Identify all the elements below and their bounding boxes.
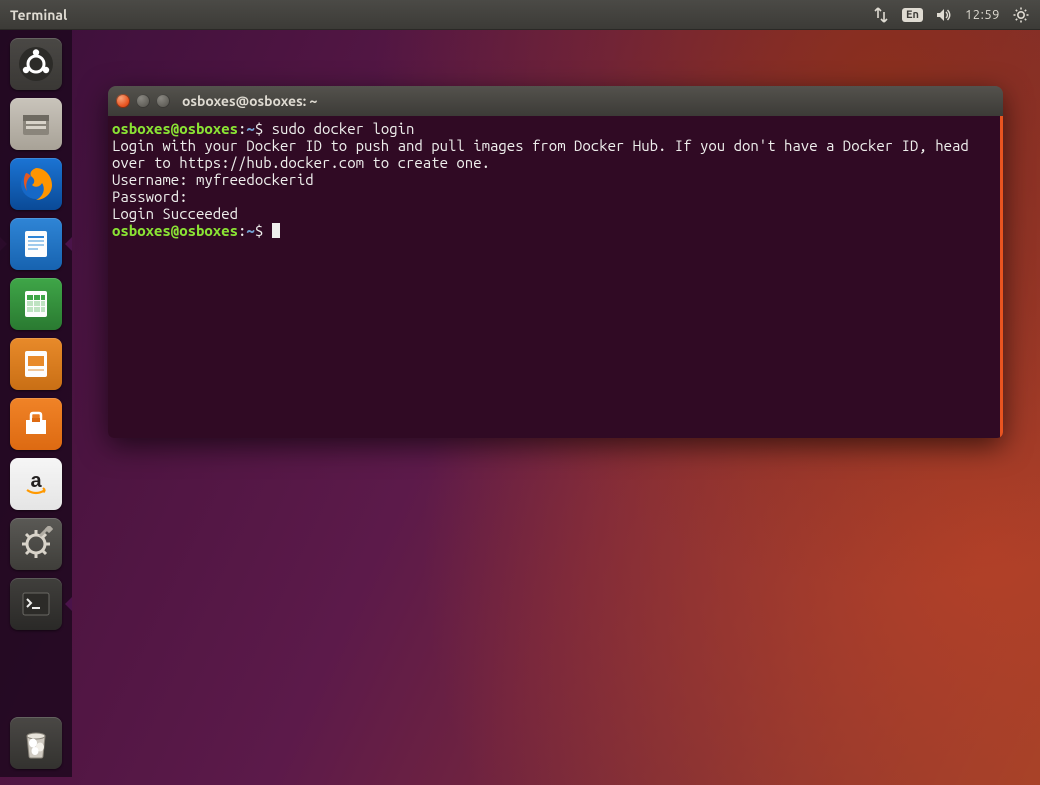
amazon-icon: a xyxy=(18,466,54,502)
launcher-trash[interactable] xyxy=(10,717,62,769)
firefox-icon xyxy=(15,163,57,205)
calc-icon xyxy=(18,286,54,322)
network-icon xyxy=(872,6,890,24)
launcher-calc[interactable] xyxy=(10,278,62,330)
launcher-writer[interactable] xyxy=(10,218,62,270)
launcher-amazon[interactable]: a xyxy=(10,458,62,510)
ubuntu-logo-icon xyxy=(16,44,56,84)
clock-indicator[interactable]: 12:59 xyxy=(965,0,1000,30)
indicator-area: En 12:59 xyxy=(872,0,1040,30)
terminal-password-label: Password: xyxy=(112,188,196,205)
prompt-dollar: $ xyxy=(255,222,263,239)
svg-text:a: a xyxy=(30,470,42,492)
window-title: osboxes@osboxes: ~ xyxy=(182,93,317,109)
prompt-dollar: $ xyxy=(255,120,263,137)
terminal-body[interactable]: osboxes@osboxes:~$ sudo docker login Log… xyxy=(108,116,1003,438)
window-close-button[interactable] xyxy=(116,94,130,108)
sound-indicator[interactable] xyxy=(935,0,953,30)
files-icon xyxy=(17,105,55,143)
impress-icon xyxy=(18,346,54,382)
terminal-cursor xyxy=(272,223,280,238)
writer-icon xyxy=(18,226,54,262)
launcher-dash[interactable] xyxy=(10,38,62,90)
terminal-window[interactable]: osboxes@osboxes: ~ osboxes@osboxes:~$ su… xyxy=(108,86,1003,438)
terminal-login-succeeded: Login Succeeded xyxy=(112,205,238,222)
prompt-path: ~ xyxy=(246,120,254,137)
software-icon xyxy=(18,406,54,442)
launcher-terminal[interactable] xyxy=(10,578,62,630)
window-titlebar[interactable]: osboxes@osboxes: ~ xyxy=(108,86,1003,116)
terminal-username-value: myfreedockerid xyxy=(196,171,314,188)
launcher-files[interactable] xyxy=(10,98,62,150)
window-minimize-button[interactable] xyxy=(136,94,150,108)
language-indicator[interactable]: En xyxy=(902,0,923,30)
unity-launcher: a xyxy=(0,30,72,777)
launcher-firefox[interactable] xyxy=(10,158,62,210)
prompt-user-host: osboxes@osboxes xyxy=(112,222,238,239)
terminal-output-line: Login with your Docker ID to push and pu… xyxy=(112,137,977,171)
session-indicator[interactable] xyxy=(1012,0,1030,30)
window-maximize-button[interactable] xyxy=(156,94,170,108)
launcher-settings[interactable] xyxy=(10,518,62,570)
panel-app-title: Terminal xyxy=(0,7,872,23)
terminal-icon xyxy=(18,586,54,622)
settings-icon xyxy=(18,526,54,562)
launcher-impress[interactable] xyxy=(10,338,62,390)
language-badge: En xyxy=(902,8,923,22)
top-panel: Terminal En 12:59 xyxy=(0,0,1040,30)
prompt-path: ~ xyxy=(246,222,254,239)
launcher-software[interactable] xyxy=(10,398,62,450)
terminal-command: sudo docker login xyxy=(272,120,415,137)
network-indicator[interactable] xyxy=(872,0,890,30)
trash-icon xyxy=(16,723,56,763)
gear-icon xyxy=(1012,6,1030,24)
terminal-username-label: Username: xyxy=(112,171,196,188)
prompt-user-host: osboxes@osboxes xyxy=(112,120,238,137)
volume-icon xyxy=(935,6,953,24)
